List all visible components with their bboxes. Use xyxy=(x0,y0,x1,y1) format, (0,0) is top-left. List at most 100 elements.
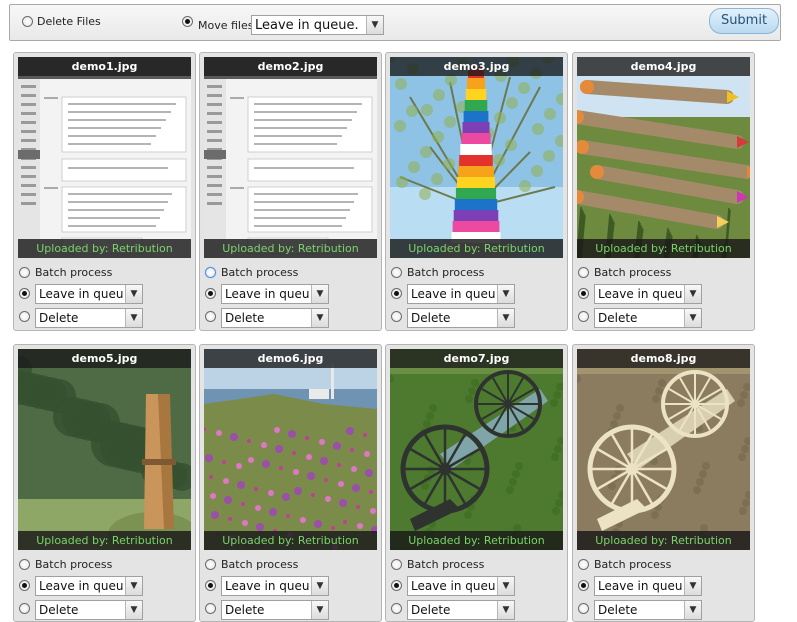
moderation-toolbar: Delete Files Move files Leave in queue. … xyxy=(9,4,781,41)
queue-action-select[interactable]: Leave in queue ▼ xyxy=(35,576,143,596)
delete-action-select[interactable]: Delete ▼ xyxy=(594,308,702,328)
thumbnail-image[interactable]: demo2.jpg Uploaded by: Retribution xyxy=(204,57,377,258)
delete-radio[interactable] xyxy=(391,603,402,614)
delete-action-value: Delete xyxy=(225,603,265,617)
thumbnail-image[interactable]: demo4.jpg Uploaded by: Retribution xyxy=(577,57,750,258)
queue-action-select[interactable]: Leave in queue ▼ xyxy=(407,576,515,596)
chevron-down-icon: ▼ xyxy=(125,285,142,303)
leave-in-queue-radio[interactable] xyxy=(391,580,402,591)
uploader-label: Uploaded by: Retribution xyxy=(204,531,377,550)
queue-action-select[interactable]: Leave in queue ▼ xyxy=(35,284,143,304)
batch-process-radio[interactable] xyxy=(19,267,30,278)
chevron-down-icon: ▼ xyxy=(311,601,328,619)
filename-label: demo8.jpg xyxy=(577,349,750,368)
queue-action-value: Leave in queue xyxy=(225,287,310,301)
chevron-down-icon: ▼ xyxy=(366,16,383,34)
delete-action-select[interactable]: Delete ▼ xyxy=(594,600,702,620)
queue-action-select[interactable]: Leave in queue ▼ xyxy=(594,284,702,304)
delete-radio[interactable] xyxy=(19,603,30,614)
queue-action-select[interactable]: Leave in queue ▼ xyxy=(594,576,702,596)
image-card: demo2.jpg Uploaded by: Retribution Batch p… xyxy=(199,52,382,331)
uploader-label: Uploaded by: Retribution xyxy=(204,239,377,258)
delete-action-value: Delete xyxy=(411,603,451,617)
image-card: demo7.jpg Uploaded by: Retribution Batch p… xyxy=(385,344,568,622)
chevron-down-icon: ▼ xyxy=(497,309,514,327)
chevron-down-icon: ▼ xyxy=(684,309,701,327)
delete-action-select[interactable]: Delete ▼ xyxy=(221,308,329,328)
filename-label: demo7.jpg xyxy=(390,349,563,368)
filename-label: demo6.jpg xyxy=(204,349,377,368)
queue-action-select[interactable]: Leave in queue ▼ xyxy=(407,284,515,304)
filename-label: demo2.jpg xyxy=(204,57,377,76)
delete-radio[interactable] xyxy=(205,311,216,322)
queue-action-select[interactable]: Leave in queue ▼ xyxy=(221,576,329,596)
queue-action-value: Leave in queue xyxy=(411,287,496,301)
queue-action-value: Leave in queue xyxy=(411,579,496,593)
batch-process-radio[interactable] xyxy=(578,267,589,278)
thumbnail-image[interactable]: demo7.jpg Uploaded by: Retribution xyxy=(390,349,563,550)
leave-in-queue-radio[interactable] xyxy=(19,580,30,591)
thumbnail-image[interactable]: demo5.jpg Uploaded by: Retribution xyxy=(18,349,191,550)
leave-in-queue-radio[interactable] xyxy=(578,580,589,591)
leave-in-queue-radio[interactable] xyxy=(391,288,402,299)
chevron-down-icon: ▼ xyxy=(497,577,514,595)
move-target-value: Leave in queue. xyxy=(255,18,359,33)
delete-files-radio[interactable] xyxy=(22,16,33,27)
delete-action-select[interactable]: Delete ▼ xyxy=(35,308,143,328)
chevron-down-icon: ▼ xyxy=(311,285,328,303)
leave-in-queue-radio[interactable] xyxy=(578,288,589,299)
queue-action-select[interactable]: Leave in queue ▼ xyxy=(221,284,329,304)
batch-process-label: Batch process xyxy=(407,558,485,571)
uploader-label: Uploaded by: Retribution xyxy=(577,531,750,550)
thumbnail-image[interactable]: demo8.jpg Uploaded by: Retribution xyxy=(577,349,750,550)
batch-process-label: Batch process xyxy=(221,558,299,571)
delete-radio[interactable] xyxy=(578,603,589,614)
thumbnail-image[interactable]: demo1.jpg Uploaded by: Retribution xyxy=(18,57,191,258)
queue-action-value: Leave in queue xyxy=(225,579,310,593)
delete-action-value: Delete xyxy=(411,311,451,325)
leave-in-queue-radio[interactable] xyxy=(19,288,30,299)
delete-radio[interactable] xyxy=(391,311,402,322)
uploader-label: Uploaded by: Retribution xyxy=(18,531,191,550)
thumbnail-image[interactable]: demo6.jpg Uploaded by: Retribution xyxy=(204,349,377,550)
leave-in-queue-radio[interactable] xyxy=(205,288,216,299)
batch-process-radio[interactable] xyxy=(205,267,216,278)
batch-process-label: Batch process xyxy=(35,266,113,279)
delete-action-value: Delete xyxy=(598,311,638,325)
image-card: demo1.jpg Uploaded by: Retribution Batch p… xyxy=(13,52,196,331)
delete-radio[interactable] xyxy=(578,311,589,322)
batch-process-radio[interactable] xyxy=(19,559,30,570)
uploader-label: Uploaded by: Retribution xyxy=(390,239,563,258)
delete-action-select[interactable]: Delete ▼ xyxy=(221,600,329,620)
batch-process-label: Batch process xyxy=(594,266,672,279)
chevron-down-icon: ▼ xyxy=(497,601,514,619)
chevron-down-icon: ▼ xyxy=(684,285,701,303)
thumbnail-image[interactable]: demo3.jpg Uploaded by: Retribution xyxy=(390,57,563,258)
delete-radio[interactable] xyxy=(205,603,216,614)
delete-action-value: Delete xyxy=(598,603,638,617)
move-target-select[interactable]: Leave in queue. ▼ xyxy=(251,15,384,35)
delete-action-value: Delete xyxy=(225,311,265,325)
batch-process-label: Batch process xyxy=(594,558,672,571)
image-card: demo3.jpg Uploaded by: Retribution Batch p… xyxy=(385,52,568,331)
delete-action-select[interactable]: Delete ▼ xyxy=(407,600,515,620)
image-card: demo8.jpg Uploaded by: Retribution Batch p… xyxy=(572,344,755,622)
leave-in-queue-radio[interactable] xyxy=(205,580,216,591)
move-files-radio[interactable] xyxy=(182,16,193,27)
delete-action-select[interactable]: Delete ▼ xyxy=(35,600,143,620)
batch-process-radio[interactable] xyxy=(391,559,402,570)
batch-process-radio[interactable] xyxy=(391,267,402,278)
chevron-down-icon: ▼ xyxy=(497,285,514,303)
batch-process-radio[interactable] xyxy=(578,559,589,570)
batch-process-radio[interactable] xyxy=(205,559,216,570)
submit-button[interactable]: Submit xyxy=(709,8,779,34)
chevron-down-icon: ▼ xyxy=(311,309,328,327)
filename-label: demo5.jpg xyxy=(18,349,191,368)
delete-action-select[interactable]: Delete ▼ xyxy=(407,308,515,328)
uploader-label: Uploaded by: Retribution xyxy=(18,239,191,258)
image-card: demo5.jpg Uploaded by: Retribution Batch p… xyxy=(13,344,196,622)
filename-label: demo1.jpg xyxy=(18,57,191,76)
delete-radio[interactable] xyxy=(19,311,30,322)
delete-action-value: Delete xyxy=(39,603,79,617)
uploader-label: Uploaded by: Retribution xyxy=(577,239,750,258)
